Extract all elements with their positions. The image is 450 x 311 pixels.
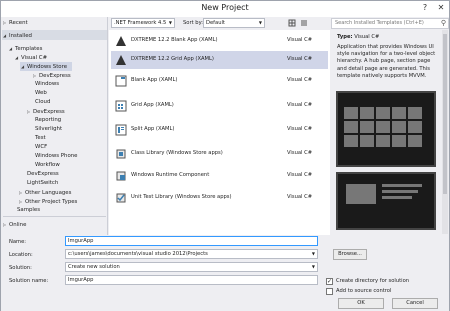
preview-image: [336, 172, 436, 230]
runtime-component-icon: [115, 170, 127, 182]
tree-visual-csharp[interactable]: ◢ Visual C#: [15, 53, 47, 62]
search-placeholder: Search Installed Templates (Ctrl+E): [335, 20, 424, 26]
chevron-down-icon: ▼: [168, 20, 172, 25]
search-icon: ⚲: [440, 19, 446, 27]
tree-installed[interactable]: ◢ Installed: [3, 31, 32, 40]
sort-label: Sort by:: [183, 20, 204, 26]
close-button[interactable]: ✕: [435, 2, 447, 13]
tree-item[interactable]: Workflow: [35, 161, 60, 170]
tree-item[interactable]: ▷ DevExpress: [33, 71, 71, 80]
sort-select[interactable]: Default ▼: [203, 18, 265, 28]
tree-item[interactable]: WCF: [35, 143, 47, 152]
tree-divider: [3, 216, 106, 217]
template-row[interactable]: Class Library (Windows Store apps) Visua…: [111, 145, 328, 163]
template-list-pane: .NET Framework 4.5 ▼ Sort by: Default ▼ DX…: [109, 17, 330, 235]
dialog-title: New Project: [201, 3, 249, 12]
browse-button[interactable]: Browse...: [333, 249, 367, 260]
template-row[interactable]: Blank App (XAML) Visual C#: [111, 72, 328, 90]
details-pane: Search Installed Templates (Ctrl+E) ⚲ Ty…: [331, 17, 449, 235]
project-form: Name: ImgurApp Location: c:\users\james\…: [1, 235, 449, 311]
tree-item[interactable]: Silverlight: [35, 125, 62, 134]
tree-recent[interactable]: ▷ Recent: [3, 18, 28, 27]
create-directory-checkbox[interactable]: ✓: [326, 278, 333, 285]
framework-select[interactable]: .NET Framework 4.5 ▼: [111, 18, 175, 28]
template-row[interactable]: Unit Test Library (Windows Store apps) V…: [111, 189, 328, 207]
search-input[interactable]: Search Installed Templates (Ctrl+E) ⚲: [331, 18, 449, 29]
location-label: Location:: [9, 252, 33, 258]
name-field[interactable]: ImgurApp: [65, 236, 318, 246]
source-control-label: Add to source control: [336, 288, 392, 294]
tree-item[interactable]: Reporting: [35, 116, 61, 125]
template-row[interactable]: Windows Runtime Component Visual C#: [111, 167, 328, 185]
dxtreme-icon: [115, 54, 127, 66]
list-toolbar: .NET Framework 4.5 ▼ Sort by: Default ▼: [109, 17, 330, 30]
solution-label: Solution:: [9, 265, 32, 271]
view-grid-icon[interactable]: [287, 18, 297, 28]
view-list-icon[interactable]: [299, 18, 309, 28]
type-line: Type: Visual C#: [337, 34, 380, 40]
ok-button[interactable]: OK: [338, 298, 384, 309]
template-row[interactable]: Split App (XAML) Visual C#: [111, 121, 328, 139]
dxtreme-icon: [115, 35, 127, 47]
tree-item[interactable]: ▷ Other Languages: [19, 188, 71, 197]
location-field[interactable]: c:\users\james\documents\visual studio 2…: [65, 249, 318, 259]
help-button[interactable]: ?: [419, 2, 431, 13]
split-app-icon: [115, 124, 127, 136]
name-label: Name:: [9, 239, 27, 245]
details-scrollbar[interactable]: [442, 30, 448, 234]
tree-item[interactable]: Windows Phone: [35, 152, 77, 161]
template-row[interactable]: DXTREME 12.2 Blank App (XAML) Visual C#: [111, 32, 328, 50]
cancel-button[interactable]: Cancel: [392, 298, 438, 309]
tree-item[interactable]: Samples: [17, 206, 40, 215]
new-project-dialog: New Project ? ✕ ▷ Recent ◢ Installed ◢ Temp…: [0, 0, 450, 311]
tree-online[interactable]: ▷ Online: [3, 220, 26, 229]
scrollbar-thumb[interactable]: [443, 34, 447, 194]
tree-item[interactable]: Cloud: [35, 98, 50, 107]
tree-windows-store[interactable]: ◢ Windows Store: [21, 62, 67, 71]
tree-item[interactable]: ▷ Other Project Types: [19, 197, 77, 206]
tree-templates[interactable]: ◢ Templates: [9, 44, 42, 53]
solution-select[interactable]: Create new solution ▼: [65, 262, 318, 272]
chevron-down-icon: ▼: [311, 251, 315, 256]
solution-name-label: Solution name:: [9, 278, 49, 284]
solution-name-field[interactable]: ImgurApp: [65, 275, 318, 285]
tree-item[interactable]: DevExpress: [27, 170, 59, 179]
title-bar: New Project ? ✕: [1, 1, 449, 17]
tree-item[interactable]: Windows: [35, 80, 59, 89]
tree-item[interactable]: LightSwitch: [27, 179, 58, 188]
template-tree: ▷ Recent ◢ Installed ◢ Templates ◢ Visual C#…: [1, 17, 108, 235]
blank-app-icon: [115, 75, 127, 87]
tree-item[interactable]: ▷ DevExpress: [27, 107, 65, 116]
create-directory-label: Create directory for solution: [336, 278, 410, 284]
tree-item[interactable]: Test: [35, 134, 46, 143]
template-row[interactable]: Grid App (XAML) Visual C#: [111, 97, 328, 115]
unit-test-icon: [115, 192, 127, 204]
chevron-down-icon: ▼: [258, 20, 262, 25]
grid-app-icon: [115, 100, 127, 112]
class-library-icon: [115, 148, 127, 160]
source-control-checkbox[interactable]: [326, 288, 333, 295]
preview-image: [336, 91, 436, 167]
tree-item[interactable]: Web: [35, 89, 47, 98]
template-description: Application that provides Windows UI sty…: [337, 44, 436, 79]
chevron-down-icon: ▼: [311, 264, 315, 269]
template-row-selected[interactable]: DXTREME 12.2 Grid App (XAML) Visual C#: [111, 51, 328, 69]
